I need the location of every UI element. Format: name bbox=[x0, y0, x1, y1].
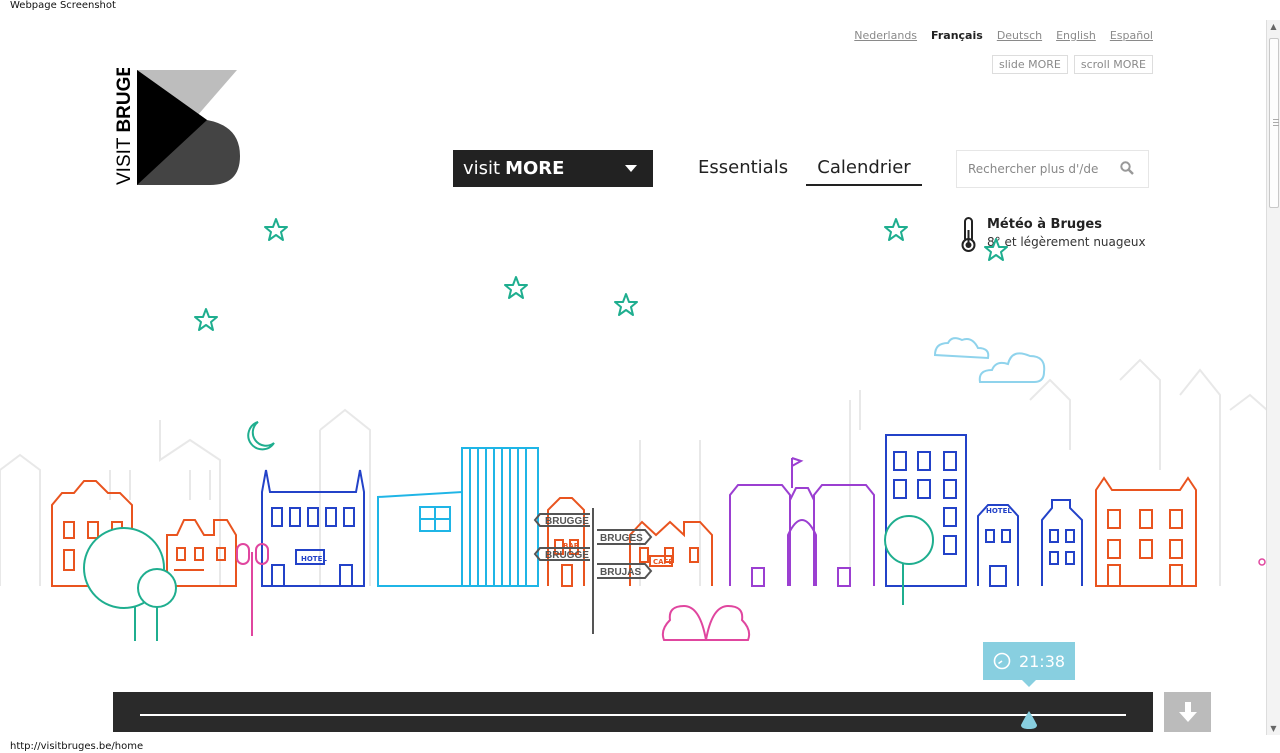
decorative-dot bbox=[1258, 558, 1266, 566]
status-url: http://visitbruges.be/home bbox=[10, 741, 144, 752]
clock-icon bbox=[993, 652, 1011, 670]
lang-espanol[interactable]: Español bbox=[1110, 29, 1153, 42]
star-icon bbox=[614, 293, 638, 316]
time-slider-handle[interactable] bbox=[1018, 709, 1040, 731]
clouds-icon bbox=[933, 337, 1046, 383]
time-slider-track bbox=[140, 714, 1126, 716]
visit-more-label: MORE bbox=[505, 158, 565, 179]
nav-calendar[interactable]: Calendrier bbox=[806, 157, 922, 186]
hotel-sign: HOTEL bbox=[301, 555, 327, 563]
scroll-down-arrow-icon[interactable]: ▼ bbox=[1267, 722, 1280, 735]
scrollbar-grip bbox=[1273, 119, 1279, 120]
moon-icon bbox=[247, 421, 275, 451]
scrollbar-grip bbox=[1273, 125, 1279, 126]
chevron-down-icon bbox=[625, 165, 637, 172]
sign-label: BRUJAS bbox=[600, 567, 641, 578]
star-icon bbox=[504, 276, 528, 299]
search-icon[interactable] bbox=[1120, 161, 1134, 175]
concert-hall bbox=[377, 447, 539, 587]
star-icon bbox=[194, 308, 218, 331]
city-gate bbox=[729, 457, 875, 587]
visit-more-prefix: visit bbox=[463, 158, 501, 179]
star-icon bbox=[264, 218, 288, 241]
lang-english[interactable]: English bbox=[1056, 29, 1096, 42]
language-switcher: Nederlands Français Deutsch English Espa… bbox=[854, 29, 1153, 42]
search-input[interactable] bbox=[968, 162, 1108, 176]
lamp-post bbox=[236, 543, 269, 636]
lang-nederlands[interactable]: Nederlands bbox=[854, 29, 917, 42]
time-slider[interactable] bbox=[113, 692, 1153, 732]
arrow-down-icon bbox=[1178, 702, 1197, 722]
cafe-sign: CAFÉ bbox=[653, 557, 673, 566]
search-box bbox=[956, 150, 1149, 188]
scroll-more-button[interactable]: scroll MORE bbox=[1073, 55, 1153, 74]
sign-label: BRUGGE bbox=[545, 516, 589, 527]
hotel-sign: HOTEL bbox=[986, 507, 1012, 515]
logo-text-visit: VISIT bbox=[114, 137, 135, 185]
scroll-up-arrow-icon[interactable]: ▲ bbox=[1267, 20, 1280, 33]
nav-essentials[interactable]: Essentials bbox=[698, 157, 788, 178]
lang-deutsch[interactable]: Deutsch bbox=[997, 29, 1042, 42]
scrollbar-thumb[interactable] bbox=[1269, 38, 1279, 208]
swans-icon bbox=[661, 604, 751, 641]
logo-text: VISIT BRUGES bbox=[114, 68, 135, 185]
scrollbar-grip bbox=[1273, 122, 1279, 123]
star-icon bbox=[984, 238, 1008, 261]
window-title: Webpage Screenshot bbox=[10, 0, 116, 11]
slide-more-button[interactable]: slide MORE bbox=[992, 55, 1068, 74]
star-icon bbox=[884, 218, 908, 241]
sign-label: BRUGES bbox=[600, 533, 643, 544]
city-illustration: BAR CAFÉ HOTEL HOTEL BRUGGE BRUGES BRUGG… bbox=[0, 218, 1267, 641]
visit-more-dropdown[interactable]: visit MORE bbox=[453, 150, 653, 187]
more-buttons: slide MORE scroll MORE bbox=[992, 55, 1153, 74]
page-scrollbar[interactable]: ▲ ▼ bbox=[1266, 20, 1280, 735]
time-indicator: 21:38 bbox=[983, 642, 1075, 687]
logo-text-bruges: BRUGES bbox=[114, 68, 135, 133]
lang-francais[interactable]: Français bbox=[931, 29, 983, 42]
sign-label: BRUGGE bbox=[545, 550, 589, 561]
scroll-down-button[interactable] bbox=[1164, 692, 1211, 732]
time-value: 21:38 bbox=[1018, 651, 1066, 671]
visit-bruges-logo[interactable]: VISIT BRUGES bbox=[110, 68, 242, 190]
background-skyline bbox=[0, 358, 1267, 586]
